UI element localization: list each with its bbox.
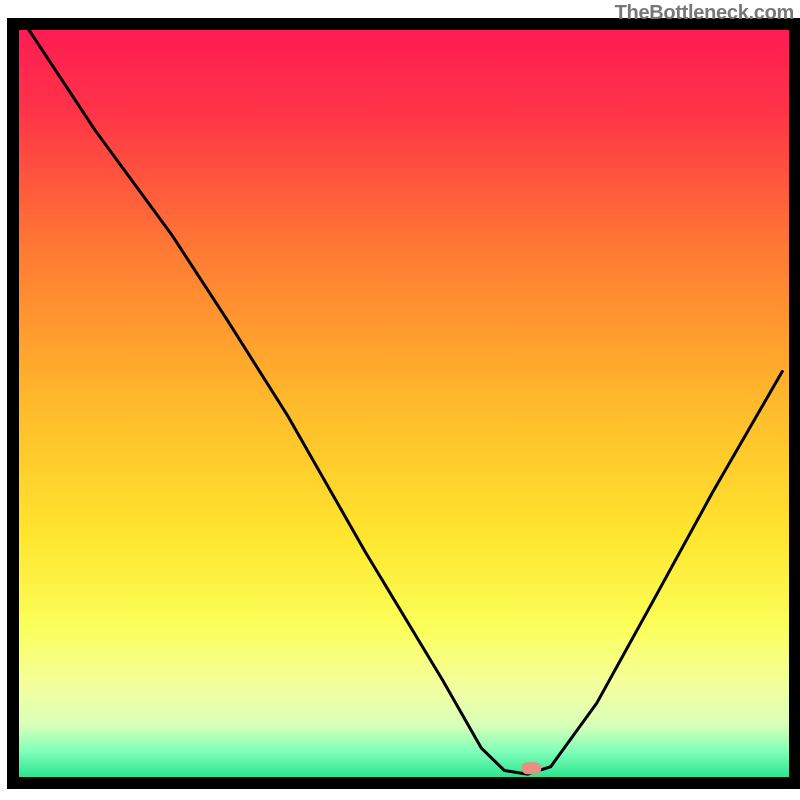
optimal-point-marker: [521, 762, 541, 774]
bottleneck-chart: TheBottleneck.com: [0, 0, 800, 800]
chart-svg: [0, 0, 800, 800]
watermark-text: TheBottleneck.com: [615, 2, 794, 25]
chart-background-gradient: [18, 25, 790, 778]
